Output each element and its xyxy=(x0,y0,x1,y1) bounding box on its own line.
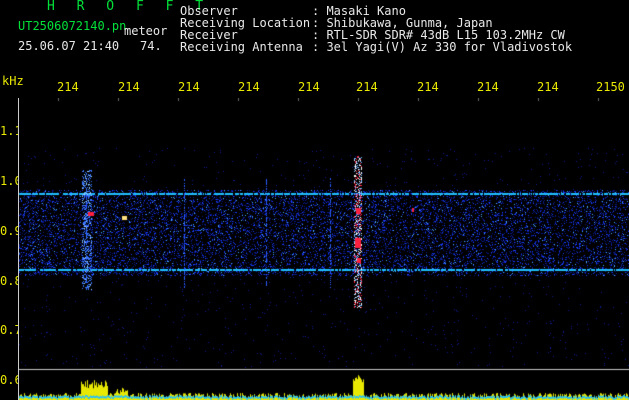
meteor-count: 74. xyxy=(140,39,162,53)
antenna-label: Receiving Antenna xyxy=(180,40,303,54)
x-tick: 2150 xyxy=(596,80,625,94)
x-tick: 214 xyxy=(356,80,378,94)
x-tick: 214 xyxy=(238,80,260,94)
antenna-value: : 3el Yagi(V) Az 330 for Vladivostok xyxy=(312,40,573,54)
x-tick: 214 xyxy=(118,80,140,94)
x-tick: 214 xyxy=(537,80,559,94)
meteor-label: meteor xyxy=(124,24,168,38)
x-tick: 214 xyxy=(477,80,499,94)
spectrogram-image xyxy=(18,98,629,400)
x-tick: 214 xyxy=(298,80,320,94)
unit-label: kHz xyxy=(2,74,24,88)
x-tick: 214 xyxy=(57,80,79,94)
date-time: 25.06.07 21:40 xyxy=(18,39,120,53)
filename: UT2506072140.pn xyxy=(18,19,127,33)
x-tick: 214 xyxy=(417,80,439,94)
x-tick: 214 xyxy=(178,80,200,94)
